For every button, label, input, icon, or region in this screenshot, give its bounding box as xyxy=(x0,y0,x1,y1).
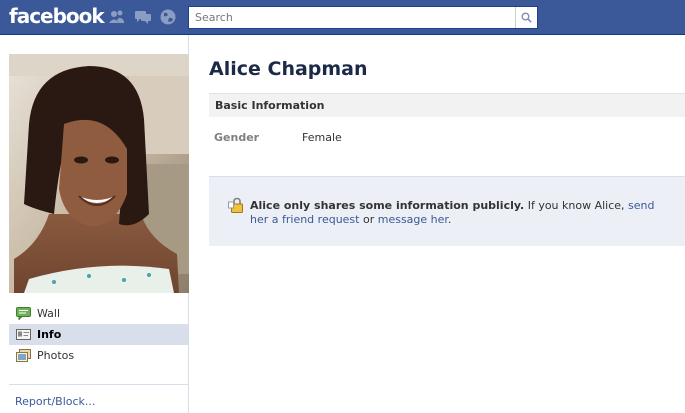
info-icon xyxy=(16,329,31,340)
nav-item-info[interactable]: Info xyxy=(9,324,188,345)
facebook-logo[interactable]: facebook xyxy=(9,4,105,28)
photos-icon xyxy=(16,349,31,362)
privacy-notice-bold: Alice only shares some information publi… xyxy=(250,199,525,212)
left-column: Wall Info Photos Report/Block... xyxy=(0,35,189,413)
info-row-gender: Gender Female xyxy=(214,131,674,145)
info-value: Female xyxy=(302,131,342,144)
info-label: Gender xyxy=(214,131,260,144)
nav-label-info: Info xyxy=(37,328,62,341)
lock-icon xyxy=(228,197,243,213)
nav-label-wall: Wall xyxy=(37,307,61,320)
left-divider xyxy=(9,384,188,385)
privacy-notice: Alice only shares some information publi… xyxy=(209,176,685,246)
nav-item-photos[interactable]: Photos xyxy=(9,345,188,366)
message-her-link[interactable]: message her xyxy=(378,213,448,226)
messages-icon[interactable] xyxy=(134,8,152,26)
wall-icon xyxy=(16,307,31,320)
search-button[interactable] xyxy=(515,7,537,28)
nav-label-photos: Photos xyxy=(37,349,75,362)
report-block-link[interactable]: Report/Block... xyxy=(15,395,95,408)
profile-nav: Wall Info Photos xyxy=(9,303,188,366)
notifications-globe-icon[interactable] xyxy=(159,8,177,26)
profile-photo-image xyxy=(9,54,189,293)
search-input[interactable] xyxy=(189,7,515,28)
nav-item-wall[interactable]: Wall xyxy=(9,303,188,324)
privacy-notice-text-1: If you know Alice, xyxy=(524,199,629,212)
profile-name: Alice Chapman xyxy=(209,58,368,80)
basic-information-header: Basic Information xyxy=(209,93,685,117)
search-box xyxy=(188,6,538,29)
friend-requests-icon[interactable] xyxy=(108,8,126,26)
top-bar: facebook xyxy=(0,0,685,35)
profile-picture[interactable] xyxy=(9,54,189,293)
magnifier-icon xyxy=(521,12,532,23)
privacy-notice-text: Alice only shares some information publi… xyxy=(250,199,675,227)
privacy-notice-text-2: or xyxy=(359,213,378,226)
privacy-notice-text-3: . xyxy=(447,213,452,226)
